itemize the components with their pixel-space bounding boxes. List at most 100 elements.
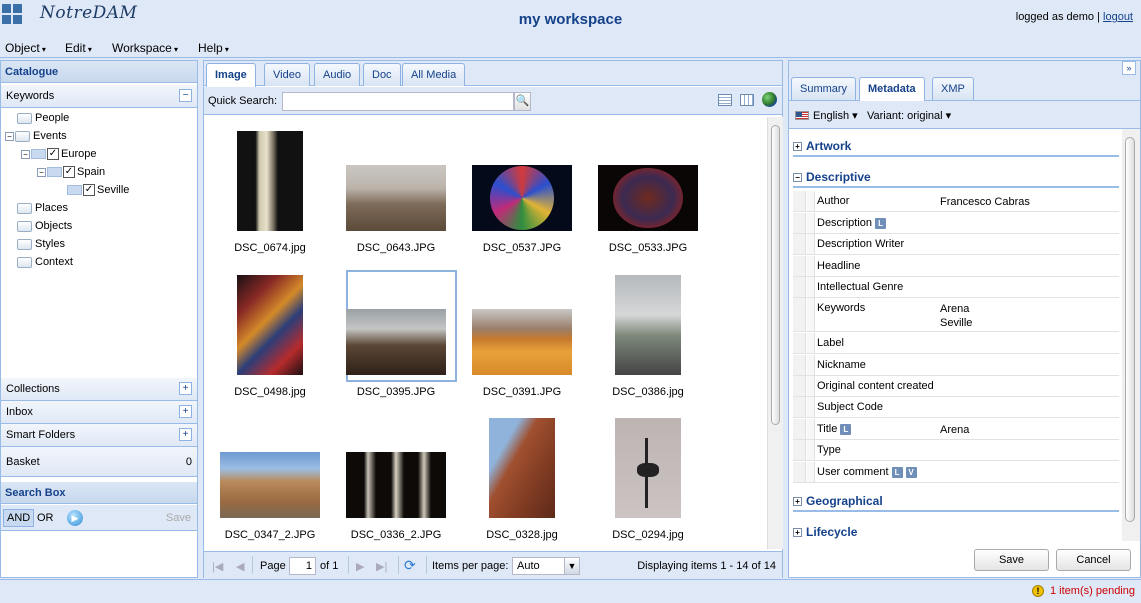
variant-select[interactable]: Variant: original ▾ <box>867 109 951 122</box>
section-lifecycle[interactable]: + Lifecycle <box>793 520 1119 541</box>
europe-checkbox[interactable]: ✓ <box>47 148 59 161</box>
field-row[interactable]: Headline <box>793 256 1119 277</box>
expand-smart-folders-button[interactable]: + <box>179 428 192 441</box>
tab-video[interactable]: Video <box>264 63 310 86</box>
cancel-button[interactable]: Cancel <box>1056 549 1131 571</box>
tree-node-seville[interactable]: ✓ Seville <box>67 181 129 199</box>
thumbnail[interactable]: DSC_0537.JPG <box>462 129 582 259</box>
field-row[interactable]: Description Writer <box>793 234 1119 255</box>
search-icon[interactable]: 🔍 <box>514 92 531 111</box>
menu-object[interactable]: Object <box>5 41 46 55</box>
menu-edit[interactable]: Edit <box>65 41 92 55</box>
collapse-icon[interactable]: − <box>793 173 802 182</box>
collapse-panel-icon[interactable]: » <box>1122 61 1136 75</box>
field-row[interactable]: Subject Code <box>793 397 1119 418</box>
thumbnail-selected[interactable]: DSC_0395.JPG <box>336 270 457 403</box>
thumbnail[interactable]: DSC_0328.jpg <box>462 416 582 546</box>
tree-node-places[interactable]: Places <box>17 199 68 217</box>
and-toggle[interactable]: AND <box>3 509 35 527</box>
tree-node-context[interactable]: Context <box>17 253 73 271</box>
tree-node-objects[interactable]: Objects <box>17 217 72 235</box>
collapse-keywords-button[interactable]: − <box>179 89 192 102</box>
collapse-icon[interactable]: − <box>37 167 46 177</box>
thumbnail[interactable]: DSC_0386.jpg <box>588 273 708 403</box>
inbox-header[interactable]: Inbox + <box>1 401 197 424</box>
thumbnail[interactable]: DSC_0643.JPG <box>336 129 456 259</box>
tree-node-people[interactable]: People <box>17 109 69 127</box>
field-row[interactable]: User comment L V <box>793 462 1119 483</box>
tree-node-europe[interactable]: − ✓ Europe <box>21 145 96 163</box>
refresh-icon[interactable]: ⟳ <box>404 557 416 574</box>
first-page-icon[interactable]: |◀ <box>212 560 223 573</box>
thumbnail[interactable]: DSC_0347_2.JPG <box>210 416 330 546</box>
next-page-icon[interactable]: ▶ <box>356 560 364 573</box>
menu-help[interactable]: Help <box>198 41 229 55</box>
thumbnail-image <box>615 275 681 375</box>
section-artwork[interactable]: + Artwork <box>793 134 1119 157</box>
tab-xmp[interactable]: XMP <box>932 77 974 100</box>
collections-header[interactable]: Collections + <box>1 378 197 401</box>
menu-workspace[interactable]: Workspace <box>112 41 178 55</box>
expand-inbox-button[interactable]: + <box>179 405 192 418</box>
or-toggle[interactable]: OR <box>37 512 54 524</box>
thumbnail[interactable]: DSC_0498.jpg <box>210 273 330 403</box>
grid-view-icon[interactable] <box>740 94 754 106</box>
tree-node-events[interactable]: − Events <box>5 127 67 145</box>
tab-image[interactable]: Image <box>206 63 256 87</box>
thumbnail-scrollbar[interactable] <box>767 117 783 549</box>
search-save-button[interactable]: Save <box>166 512 191 524</box>
metadata-scrollbar[interactable] <box>1122 129 1140 541</box>
expand-collections-button[interactable]: + <box>179 382 192 395</box>
expand-icon[interactable]: + <box>793 528 802 537</box>
last-page-icon[interactable]: ▶| <box>376 560 387 573</box>
thumbnail[interactable]: DSC_0391.JPG <box>462 273 582 403</box>
field-row[interactable]: Title L Arena <box>793 419 1119 440</box>
thumbnail[interactable]: DSC_0336_2.JPG <box>336 416 456 546</box>
thumbnail[interactable]: DSC_0674.jpg <box>210 129 330 259</box>
field-row[interactable]: Intellectual Genre <box>793 277 1119 298</box>
thumbnail[interactable]: DSC_0294.jpg <box>588 416 708 546</box>
spain-checkbox[interactable]: ✓ <box>63 166 75 179</box>
list-view-icon[interactable] <box>718 94 732 106</box>
pending-status[interactable]: ! 1 item(s) pending <box>1032 585 1135 598</box>
keywords-header[interactable]: Keywords − <box>1 85 197 108</box>
section-geographical[interactable]: + Geographical <box>793 489 1119 512</box>
thumbnail-label: DSC_0498.jpg <box>234 386 306 398</box>
tree-node-spain[interactable]: − ✓ Spain <box>37 163 105 181</box>
basket-header[interactable]: Basket 0 <box>1 447 197 477</box>
field-row[interactable]: Original content created <box>793 376 1119 397</box>
prev-page-icon[interactable]: ◀ <box>236 560 244 573</box>
thumbnail[interactable]: DSC_0533.JPG <box>588 129 708 259</box>
expand-icon[interactable]: + <box>793 497 802 506</box>
tab-metadata[interactable]: Metadata <box>859 77 925 101</box>
play-search-icon[interactable]: ▶ <box>67 510 83 526</box>
tab-doc[interactable]: Doc <box>363 63 401 86</box>
quick-search-input[interactable] <box>282 92 514 111</box>
quick-search-label: Quick Search: <box>208 95 278 107</box>
field-row[interactable]: Author Francesco Cabras <box>793 191 1119 212</box>
tree-node-styles[interactable]: Styles <box>17 235 65 253</box>
collapse-icon[interactable]: − <box>5 131 14 141</box>
page-number-input[interactable] <box>289 557 316 575</box>
tab-all-media[interactable]: All Media <box>402 63 466 86</box>
field-row[interactable]: Nickname <box>793 355 1119 376</box>
thumbnail-label: DSC_0328.jpg <box>486 529 558 541</box>
field-row[interactable]: Type <box>793 440 1119 461</box>
field-row[interactable]: Label <box>793 333 1119 354</box>
field-row[interactable]: Description L <box>793 213 1119 234</box>
field-row[interactable]: Keywords Arena Seville <box>793 298 1119 332</box>
tab-summary[interactable]: Summary <box>791 77 857 100</box>
logout-link[interactable]: logout <box>1103 11 1133 23</box>
tab-audio[interactable]: Audio <box>314 63 361 86</box>
language-select[interactable]: English ▾ <box>813 109 858 122</box>
items-per-page-select[interactable]: Auto ▼ <box>512 557 580 575</box>
save-button[interactable]: Save <box>974 549 1049 571</box>
seville-checkbox[interactable]: ✓ <box>83 184 95 197</box>
section-descriptive[interactable]: − Descriptive <box>793 165 1119 188</box>
expand-icon[interactable]: + <box>793 142 802 151</box>
smart-folders-header[interactable]: Smart Folders + <box>1 424 197 447</box>
chevron-down-icon[interactable]: ▼ <box>564 558 579 574</box>
globe-icon[interactable] <box>762 92 777 107</box>
collapse-icon[interactable]: − <box>21 149 30 159</box>
thumbnail-image <box>489 418 555 518</box>
